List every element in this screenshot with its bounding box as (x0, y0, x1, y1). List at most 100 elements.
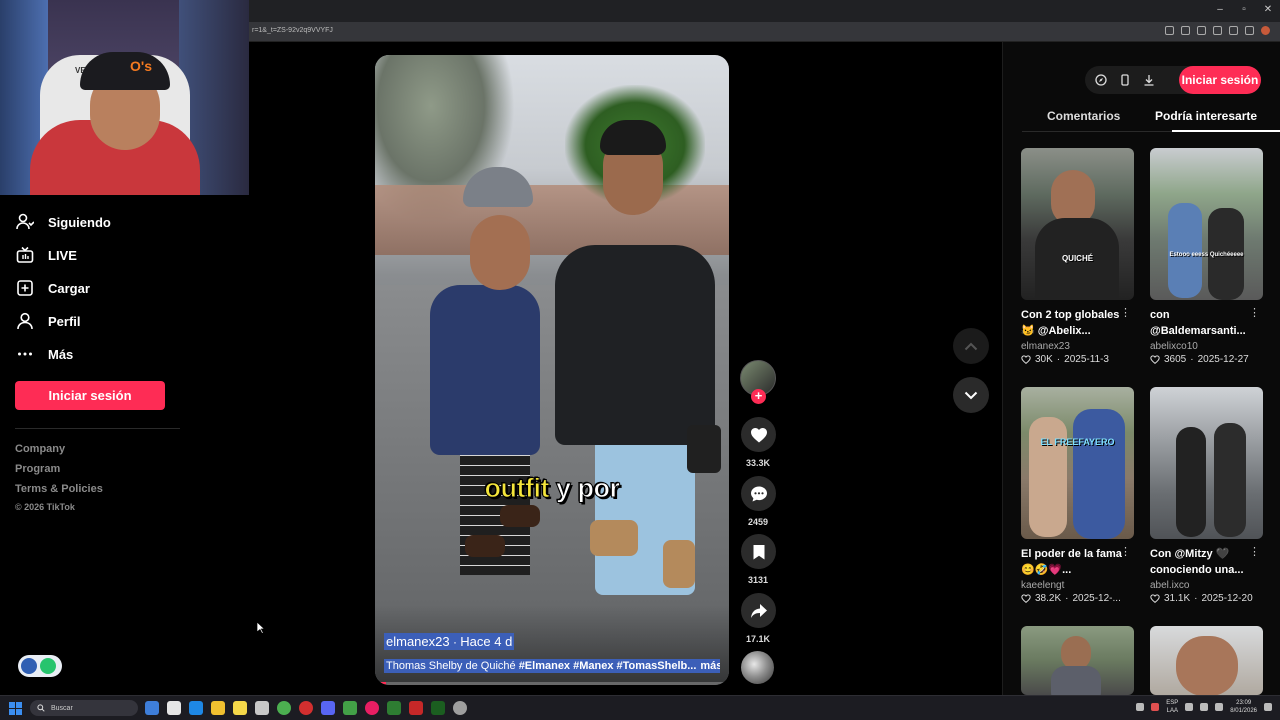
login-button[interactable]: Iniciar sesión (15, 381, 165, 410)
sidebar-divider (15, 428, 180, 429)
video-author-line[interactable]: elmanex23 · Hace 4 d (384, 633, 515, 650)
active-tab-indicator (1172, 130, 1280, 132)
sidepanel-icon[interactable] (1245, 26, 1254, 35)
more-options-icon[interactable]: ⋮ (1120, 545, 1131, 558)
minimize-button[interactable]: – (1208, 0, 1232, 22)
thumbnail-person (1176, 636, 1238, 695)
microphone-icon[interactable] (1151, 703, 1160, 711)
sidebar-item-upload[interactable]: Cargar (16, 276, 90, 300)
app-icon[interactable] (255, 701, 269, 715)
tab-recommended[interactable]: Podría interesarte (1155, 109, 1257, 123)
video-thumbnail[interactable] (1150, 387, 1263, 539)
more-options-icon[interactable]: ⋮ (1249, 545, 1260, 558)
author-name[interactable]: elmanex23 (386, 634, 450, 649)
video-thumbnail[interactable]: Estooo eeess Quichéeeee (1150, 148, 1263, 300)
sidebar-item-following[interactable]: Siguiendo (16, 210, 111, 234)
sidebar-item-live[interactable]: LIVE (16, 243, 77, 267)
video-thumbnail[interactable] (1150, 626, 1263, 695)
widgets-icon[interactable] (145, 701, 159, 715)
notes-icon[interactable] (233, 701, 247, 715)
follow-plus-icon[interactable]: + (751, 389, 766, 404)
cast-icon[interactable] (1197, 26, 1206, 35)
network-icon[interactable] (1185, 703, 1194, 711)
play-icon[interactable] (387, 701, 401, 715)
video-player[interactable]: outfit y por elmanex23 · Hace 4 d Thomas… (375, 55, 729, 685)
card-author[interactable]: abelixco10 (1150, 341, 1264, 352)
card-title[interactable]: El poder de la fama 😊🤣💗... (1021, 546, 1125, 578)
excel-icon[interactable] (431, 701, 445, 715)
footer-link-company[interactable]: Company (15, 443, 65, 455)
footer-link-program[interactable]: Program (15, 463, 60, 475)
maximize-button[interactable]: ▫ (1232, 0, 1256, 22)
profile-avatar-icon[interactable] (1261, 26, 1270, 35)
media-player-icon[interactable] (365, 701, 379, 715)
video-progress-bar[interactable] (375, 682, 729, 685)
file-explorer-icon[interactable] (211, 701, 225, 715)
mobile-icon[interactable] (1119, 74, 1131, 86)
notifications-icon[interactable] (1264, 703, 1272, 711)
share-button[interactable] (741, 593, 776, 628)
thumbnail-person (1176, 427, 1206, 537)
xbox-icon[interactable] (343, 701, 357, 715)
close-button[interactable]: ✕ (1256, 0, 1280, 22)
language-indicator[interactable]: ESP LAA (1166, 699, 1178, 715)
video-thumbnail[interactable]: QUICHÉ (1021, 148, 1134, 300)
extension-widget[interactable] (18, 655, 62, 677)
more-options-icon[interactable]: ⋮ (1120, 306, 1131, 319)
battery-icon[interactable] (1215, 703, 1224, 711)
like-button[interactable] (741, 417, 776, 452)
download-icon[interactable] (1143, 74, 1155, 86)
sidebar-item-more[interactable]: Más (16, 342, 73, 366)
panel-login-button[interactable]: Iniciar sesión (1179, 66, 1261, 94)
card-title[interactable]: Con 2 top globales 😼 @Abelix... (1021, 307, 1125, 339)
mail-icon[interactable] (189, 701, 203, 715)
opera-icon[interactable] (299, 701, 313, 715)
next-video-button[interactable] (953, 377, 989, 413)
description-hashtags[interactable]: #Elmanex #Manex #TomasShelb... (519, 660, 697, 672)
card-author[interactable]: kaeelengt (1021, 580, 1135, 591)
taskbar-search[interactable]: Buscar (30, 700, 138, 716)
extensions-icon[interactable] (1229, 26, 1238, 35)
calculator-icon[interactable] (167, 701, 181, 715)
discord-icon[interactable] (321, 701, 335, 715)
card-title[interactable]: con @Baldemarsanti... (1150, 307, 1254, 339)
video-thumbnail[interactable]: EL FREEFAYERO (1021, 387, 1134, 539)
card-author[interactable]: abel.ixco (1150, 580, 1264, 591)
video-object (663, 540, 695, 588)
sidebar-item-profile[interactable]: Perfil (16, 309, 81, 333)
zoom-icon[interactable] (1181, 26, 1190, 35)
app-icon[interactable] (409, 701, 423, 715)
previous-video-button[interactable] (953, 328, 989, 364)
webcam-overlay: VERTA O's (0, 0, 249, 195)
footer-link-terms[interactable]: Terms & Policies (15, 483, 103, 495)
more-link[interactable]: más (696, 660, 720, 672)
volume-icon[interactable] (1200, 703, 1209, 711)
recommended-video-card[interactable] (1150, 626, 1264, 695)
compass-icon[interactable] (1095, 74, 1107, 86)
language-code: ESP (1166, 700, 1179, 706)
sound-avatar[interactable] (741, 651, 774, 684)
bookmark-star-icon[interactable] (1213, 26, 1222, 35)
recommended-video-card[interactable]: Con @Mitzy 🖤 conociendo una... ⋮ abel.ix… (1150, 387, 1264, 604)
tab-comments[interactable]: Comentarios (1047, 109, 1120, 123)
chrome-icon[interactable] (277, 701, 291, 715)
translate-icon[interactable] (1165, 26, 1174, 35)
video-person (555, 245, 715, 445)
recommended-video-card[interactable]: QUICHÉ Con 2 top globales 😼 @Abelix... ⋮… (1021, 148, 1135, 365)
recommended-video-card[interactable]: Estooo eeess Quichéeeee con @Baldemarsan… (1150, 148, 1264, 365)
video-thumbnail[interactable] (1021, 626, 1134, 695)
start-button[interactable] (9, 702, 22, 715)
recommended-video-card[interactable] (1021, 626, 1135, 695)
extension-icon (21, 658, 37, 674)
save-button[interactable] (741, 534, 776, 569)
recommended-video-card[interactable]: EL FREEFAYERO El poder de la fama 😊🤣💗...… (1021, 387, 1135, 604)
clock[interactable]: 23:09 8/01/2026 (1230, 699, 1257, 715)
more-options-icon[interactable]: ⋮ (1249, 306, 1260, 319)
card-author[interactable]: elmanex23 (1021, 341, 1135, 352)
comment-button[interactable] (741, 476, 776, 511)
app-icon[interactable] (453, 701, 467, 715)
card-title[interactable]: Con @Mitzy 🖤 conociendo una... (1150, 546, 1254, 578)
tray-arrow-icon[interactable] (1136, 703, 1145, 711)
post-time: Hace 4 d (460, 634, 513, 649)
url-text[interactable]: r=1&_t=ZS-92v2q9VVYFJ (252, 27, 333, 34)
